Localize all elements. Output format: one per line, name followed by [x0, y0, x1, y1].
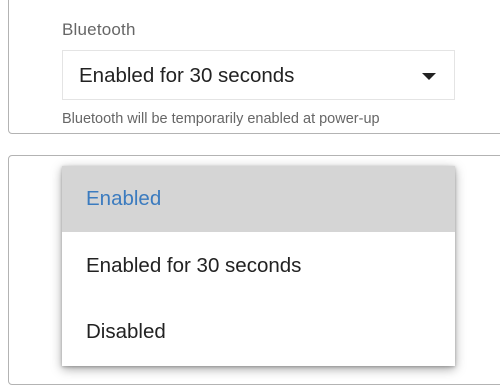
menu-option-enabled-30-seconds[interactable]: Enabled for 30 seconds: [62, 233, 455, 299]
bluetooth-label: Bluetooth: [62, 20, 136, 39]
bluetooth-select-value: Enabled for 30 seconds: [79, 64, 295, 87]
bluetooth-options-menu: Enabled Enabled for 30 seconds Disabled: [62, 166, 455, 366]
menu-option-enabled[interactable]: Enabled: [62, 166, 455, 232]
caret-down-icon: [422, 73, 436, 80]
bluetooth-helper-text: Bluetooth will be temporarily enabled at…: [62, 111, 380, 127]
menu-option-disabled[interactable]: Disabled: [62, 299, 455, 365]
bluetooth-select[interactable]: Enabled for 30 seconds: [62, 50, 455, 100]
